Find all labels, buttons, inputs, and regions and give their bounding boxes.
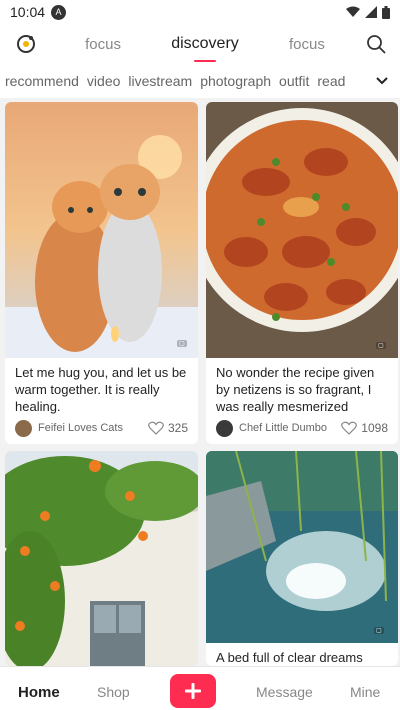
category-bar: recommend video livestream photograph ou… xyxy=(0,64,400,98)
orange-tree-photo xyxy=(5,451,198,666)
like-count: 1098 xyxy=(361,421,388,435)
tab-focus-local[interactable]: focus xyxy=(289,36,325,53)
nav-mine[interactable]: Mine xyxy=(350,684,380,700)
status-icons xyxy=(346,5,390,19)
food-photo xyxy=(206,102,398,358)
like-button[interactable]: 1098 xyxy=(341,421,388,435)
image-watermark: ▢ xyxy=(376,342,386,349)
nav-home[interactable]: Home xyxy=(18,684,60,701)
logo-icon[interactable] xyxy=(16,34,36,54)
category-recommend[interactable]: recommend xyxy=(5,73,79,89)
plus-icon xyxy=(185,683,201,699)
category-outfit[interactable]: outfit xyxy=(279,73,309,89)
search-icon[interactable] xyxy=(366,34,386,54)
card-meta: Chef Little Dumbo 1098 xyxy=(216,418,388,438)
tab-discovery[interactable]: discovery xyxy=(171,35,239,53)
category-livestream[interactable]: livestream xyxy=(128,73,192,89)
status-time: 10:04 xyxy=(10,4,46,20)
notification-badge: A xyxy=(51,4,67,20)
nav-message[interactable]: Message xyxy=(256,684,313,700)
wifi-icon xyxy=(346,6,360,17)
category-video[interactable]: video xyxy=(87,73,120,89)
header-tabs: focus discovery focus xyxy=(60,24,350,64)
heart-icon xyxy=(341,421,358,435)
nav-shop[interactable]: Shop xyxy=(97,684,130,700)
kittens-photo xyxy=(5,102,198,358)
feed-card[interactable]: ▢ A bed full of clear dreams xyxy=(206,451,398,666)
like-count: 325 xyxy=(167,421,188,435)
card-title: A bed full of clear dreams xyxy=(216,650,363,665)
signal-icon xyxy=(365,6,377,18)
card-author[interactable]: Feifei Loves Cats xyxy=(38,422,123,434)
add-post-button[interactable] xyxy=(170,674,216,708)
feed-card[interactable]: ▢ Let me hug you, and let us be warm tog… xyxy=(5,102,198,444)
feed-card[interactable]: ▢ No wonder the recipe given by netizens… xyxy=(206,102,398,444)
avatar[interactable] xyxy=(216,419,233,437)
top-bar: focus discovery focus xyxy=(0,24,400,64)
feed-card[interactable] xyxy=(5,451,198,666)
image-watermark: ▢ xyxy=(177,340,187,347)
avatar[interactable] xyxy=(15,419,32,437)
like-button[interactable]: 325 xyxy=(148,421,188,435)
image-watermark: ▢ xyxy=(374,627,384,634)
card-meta: Feifei Loves Cats 325 xyxy=(15,418,188,438)
chevron-down-icon[interactable] xyxy=(374,73,390,89)
card-title: No wonder the recipe given by netizens i… xyxy=(216,365,375,414)
tab-focus[interactable]: focus xyxy=(85,36,121,53)
card-author[interactable]: Chef Little Dumbo xyxy=(239,422,327,434)
heart-icon xyxy=(148,421,164,435)
bottom-nav: Home Shop Message Mine xyxy=(0,666,400,710)
category-read[interactable]: read xyxy=(317,73,345,89)
category-photograph[interactable]: photograph xyxy=(200,73,271,89)
card-title: Let me hug you, and let us be warm toget… xyxy=(15,365,187,414)
water-photo xyxy=(206,451,398,643)
status-bar: 10:04 A xyxy=(0,0,400,24)
battery-icon xyxy=(382,5,390,19)
